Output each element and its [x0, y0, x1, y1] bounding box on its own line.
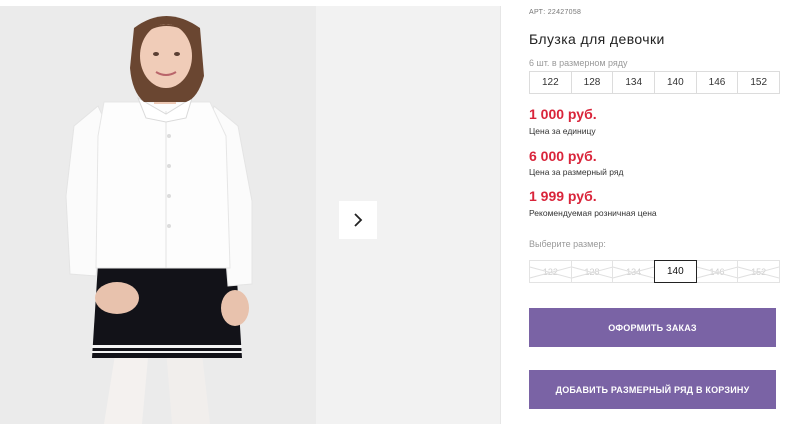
size-row-cell: 152	[737, 71, 781, 94]
retail-price-caption: Рекомендуемая розничная цена	[529, 208, 657, 218]
size-option-disabled: 146	[695, 260, 739, 283]
gallery-next-button[interactable]	[339, 201, 377, 239]
unit-price-caption: Цена за единицу	[529, 126, 596, 136]
panel-divider	[500, 6, 501, 424]
choose-size-label: Выберите размер:	[529, 239, 606, 249]
row-price: 6 000 руб.	[529, 148, 597, 164]
place-order-button[interactable]: ОФОРМИТЬ ЗАКАЗ	[529, 308, 776, 347]
product-title: Блузка для девочки	[529, 31, 665, 47]
size-option-disabled: 134	[612, 260, 656, 283]
size-row-cell: 128	[570, 71, 614, 94]
product-photo[interactable]	[0, 6, 316, 424]
row-price-caption: Цена за размерный ряд	[529, 167, 624, 177]
product-gallery	[0, 6, 500, 424]
size-row-cell: 134	[612, 71, 656, 94]
size-row-label: 6 шт. в размерном ряду	[529, 58, 628, 68]
article-number: АРТ: 22427058	[529, 9, 582, 16]
unit-price: 1 000 руб.	[529, 106, 597, 122]
product-photo-illustration	[0, 6, 316, 424]
size-row-cell: 140	[654, 71, 697, 94]
size-option-disabled: 152	[737, 260, 781, 283]
add-size-row-to-cart-button[interactable]: ДОБАВИТЬ РАЗМЕРНЫЙ РЯД В КОРЗИНУ	[529, 370, 776, 409]
size-row-grid: 122 128 134 140 146 152	[529, 71, 781, 94]
retail-price: 1 999 руб.	[529, 188, 597, 204]
size-option-disabled: 122	[529, 260, 572, 283]
chevron-right-icon	[354, 213, 363, 227]
size-selector: 122 128 134 140 146 152	[529, 260, 781, 283]
size-option-selected[interactable]: 140	[654, 260, 697, 283]
size-option-disabled: 128	[570, 260, 614, 283]
size-row-cell: 146	[695, 71, 739, 94]
size-row-cell: 122	[529, 71, 572, 94]
